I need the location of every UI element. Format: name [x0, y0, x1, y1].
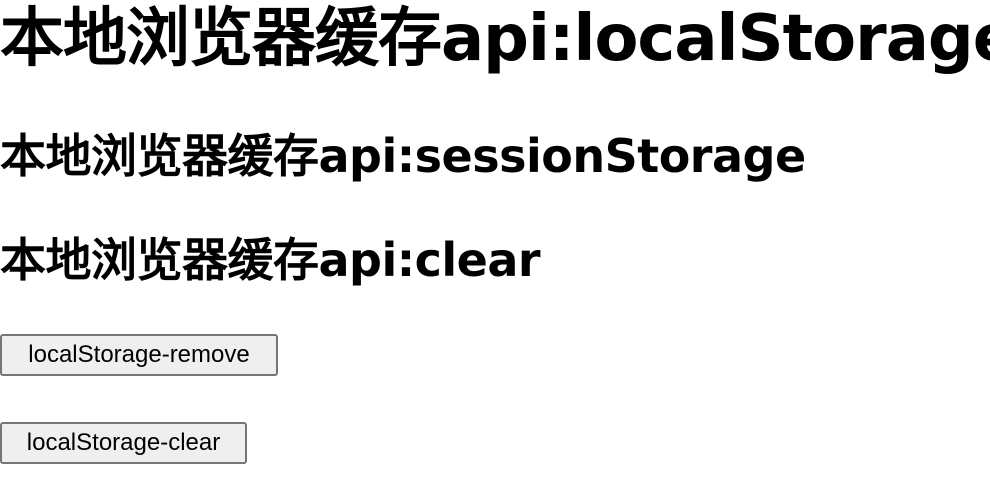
heading-sessionstorage: 本地浏览器缓存api:sessionStorage: [0, 129, 806, 183]
localstorage-remove-button[interactable]: localStorage-remove: [0, 334, 278, 376]
heading-clear: 本地浏览器缓存api:clear: [0, 233, 541, 287]
heading-localstorage: 本地浏览器缓存api:localStorage: [0, 2, 990, 76]
localstorage-clear-button[interactable]: localStorage-clear: [0, 422, 247, 464]
